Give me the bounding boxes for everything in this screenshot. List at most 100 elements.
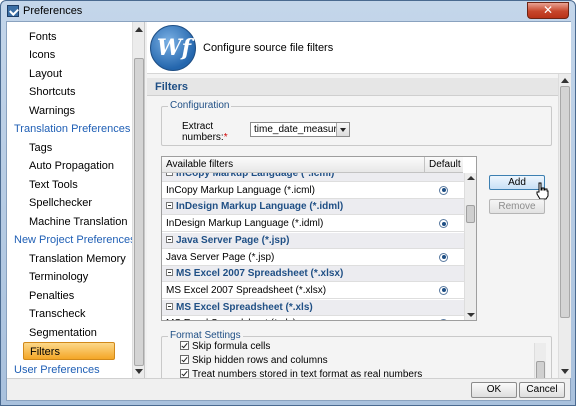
default-radio[interactable]	[439, 319, 448, 320]
sidebar-item[interactable]: Machine Translation	[27, 213, 127, 231]
section-header: Filters	[147, 78, 559, 96]
format-option-label: Treat numbers stored in text format as r…	[192, 369, 423, 378]
default-radio[interactable]	[439, 219, 448, 229]
logo-text: Wf	[156, 35, 192, 61]
main-scroll-thumb[interactable]	[560, 86, 570, 318]
cancel-button[interactable]: Cancel	[519, 382, 565, 398]
format-option[interactable]: Skip hidden rows and columns	[180, 354, 328, 368]
sidebar-item[interactable]: Icons	[27, 46, 119, 64]
filter-label: InDesign Markup Language (*.idml)	[166, 218, 323, 229]
sidebar-item[interactable]: Spellchecker	[27, 194, 119, 212]
ok-button[interactable]: OK	[471, 382, 517, 398]
filter-group-label: InDesign Markup Language (*.idml)	[166, 201, 343, 212]
filter-group-row[interactable]: MS Excel 2007 Spreadsheet (*.xlsx)	[162, 266, 464, 283]
sidebar-scroll-thumb[interactable]	[134, 58, 144, 366]
filter-name: InDesign Markup Language (*.idml)	[166, 218, 324, 230]
remove-button[interactable]: Remove	[489, 199, 545, 214]
sidebar-item[interactable]: Terminology	[27, 268, 119, 286]
filter-group-row[interactable]: MS Excel Spreadsheet (*.xls)	[162, 299, 464, 316]
dialog-client-area: Fonts Icons Layout Shortcuts Warnings Transla…	[6, 21, 571, 401]
filter-row[interactable]: MS Excel 2007 Spreadsheet (*.xlsx)	[162, 283, 464, 299]
sidebar-item[interactable]: User Preferences	[14, 361, 100, 378]
default-radio[interactable]	[439, 252, 448, 262]
format-option-label: Skip formula cells	[192, 341, 271, 352]
sidebar-item[interactable]: Layout	[27, 65, 119, 83]
extract-label-line1: Extract	[182, 121, 214, 132]
sidebar-item[interactable]: Warnings	[27, 102, 119, 120]
format-scroll-thumb[interactable]	[536, 361, 545, 378]
collapse-toggle-icon[interactable]	[166, 173, 173, 176]
configuration-group: Configuration Extract numbers:* time_dat…	[161, 100, 552, 146]
app-icon	[7, 5, 19, 17]
scroll-down-arrow-icon[interactable]	[467, 313, 475, 317]
preferences-window: Preferences ✕ Fonts Icons Layout Shortcuts W…	[0, 0, 576, 406]
sidebar-item[interactable]: New Project Preferences	[14, 231, 136, 249]
filter-row[interactable]: Java Server Page (*.jsp)	[162, 250, 464, 266]
sidebar-item[interactable]: Penalties	[27, 287, 119, 305]
scroll-down-arrow-icon[interactable]	[561, 369, 569, 374]
filters-scroll-thumb[interactable]	[466, 205, 475, 223]
main-scrollbar[interactable]	[558, 74, 571, 378]
filter-group-row[interactable]: Java Server Page (*.jsp)	[162, 232, 464, 249]
filter-row[interactable]: InCopy Markup Language (*.icml)	[162, 183, 464, 199]
collapse-toggle-icon[interactable]	[166, 302, 173, 310]
close-button[interactable]: ✕	[527, 2, 569, 19]
checkbox[interactable]	[180, 369, 189, 378]
sidebar-item[interactable]: Filters	[23, 342, 115, 360]
format-settings-scrollbar[interactable]	[534, 343, 546, 378]
sidebar-item[interactable]: Text Tools	[27, 176, 119, 194]
column-header-available-filters[interactable]: Available filters	[162, 157, 425, 173]
filter-group-row[interactable]: InDesign Markup Language (*.idml)	[162, 199, 464, 216]
filter-label: InCopy Markup Language (*.icml)	[166, 185, 315, 196]
available-filters-table: Available filters Default InCopy Markup …	[161, 156, 477, 321]
filter-name: MS Excel Spreadsheet (*.xls)	[176, 301, 313, 313]
format-option[interactable]: Skip formula cells	[180, 340, 270, 354]
chevron-down-icon[interactable]	[336, 123, 349, 136]
filter-row[interactable]: InDesign Markup Language (*.idml)	[162, 216, 464, 233]
scroll-up-arrow-icon[interactable]	[467, 176, 475, 180]
sidebar-item[interactable]: Auto Propagation	[27, 157, 119, 175]
filter-name: MS Excel 2007 Spreadsheet (*.xlsx)	[166, 284, 327, 296]
extract-label-line2: numbers:	[182, 132, 224, 143]
collapse-toggle-icon[interactable]	[166, 269, 173, 277]
format-option[interactable]: Treat numbers stored in text format as r…	[180, 368, 422, 378]
title-bar[interactable]: Preferences ✕	[1, 1, 575, 21]
checkbox[interactable]	[180, 341, 189, 350]
scroll-up-arrow-icon[interactable]	[561, 78, 569, 83]
filter-name: MS Excel Spreadsheet (*.xls)	[166, 318, 296, 320]
sidebar-item[interactable]: Translation Preferences	[14, 120, 130, 138]
default-radio[interactable]	[439, 185, 448, 195]
section-title: Filters	[155, 81, 189, 93]
collapse-toggle-icon[interactable]	[166, 202, 173, 210]
banner-title: Configure source file filters	[203, 42, 334, 54]
filters-scrollbar[interactable]	[464, 173, 476, 320]
scroll-up-arrow-icon[interactable]	[135, 27, 143, 32]
preferences-sidebar: Fonts Icons Layout Shortcuts Warnings Transla…	[7, 22, 145, 378]
sidebar-item[interactable]: Translation Memory	[27, 250, 126, 268]
default-radio[interactable]	[439, 285, 448, 295]
filter-label: MS Excel Spreadsheet (*.xls)	[166, 318, 296, 320]
scroll-down-arrow-icon[interactable]	[135, 369, 143, 374]
sidebar-item[interactable]: Shortcuts	[27, 83, 119, 101]
sidebar-item[interactable]: Fonts	[27, 28, 119, 46]
filter-group-row[interactable]: InCopy Markup Language (*.icml)	[162, 173, 464, 182]
sidebar-item[interactable]: Transcheck	[27, 305, 119, 323]
extract-numbers-dropdown[interactable]: time_date_measure	[250, 122, 350, 137]
filter-row[interactable]: MS Excel Spreadsheet (*.xls)	[162, 316, 464, 320]
sidebar-item[interactable]: Tags	[27, 139, 119, 157]
filter-group-label: InCopy Markup Language (*.icml)	[166, 173, 334, 179]
sidebar-scrollbar[interactable]	[132, 22, 144, 378]
extract-numbers-label: Extract numbers:*	[182, 121, 228, 143]
column-header-default[interactable]: Default	[425, 157, 463, 173]
extract-numbers-value: time_date_measure	[254, 124, 343, 135]
filter-name: Java Server Page (*.jsp)	[176, 234, 290, 246]
filter-name: InCopy Markup Language (*.icml)	[166, 184, 315, 196]
filter-name: MS Excel 2007 Spreadsheet (*.xlsx)	[176, 268, 344, 280]
hand-cursor-icon	[536, 182, 549, 200]
format-option-label: Skip hidden rows and columns	[192, 355, 328, 366]
sidebar-item[interactable]: Segmentation	[27, 324, 119, 342]
checkbox[interactable]	[180, 355, 189, 364]
collapse-toggle-icon[interactable]	[166, 235, 173, 243]
required-marker: *	[223, 132, 228, 143]
filter-group-label: MS Excel Spreadsheet (*.xls)	[166, 302, 313, 313]
